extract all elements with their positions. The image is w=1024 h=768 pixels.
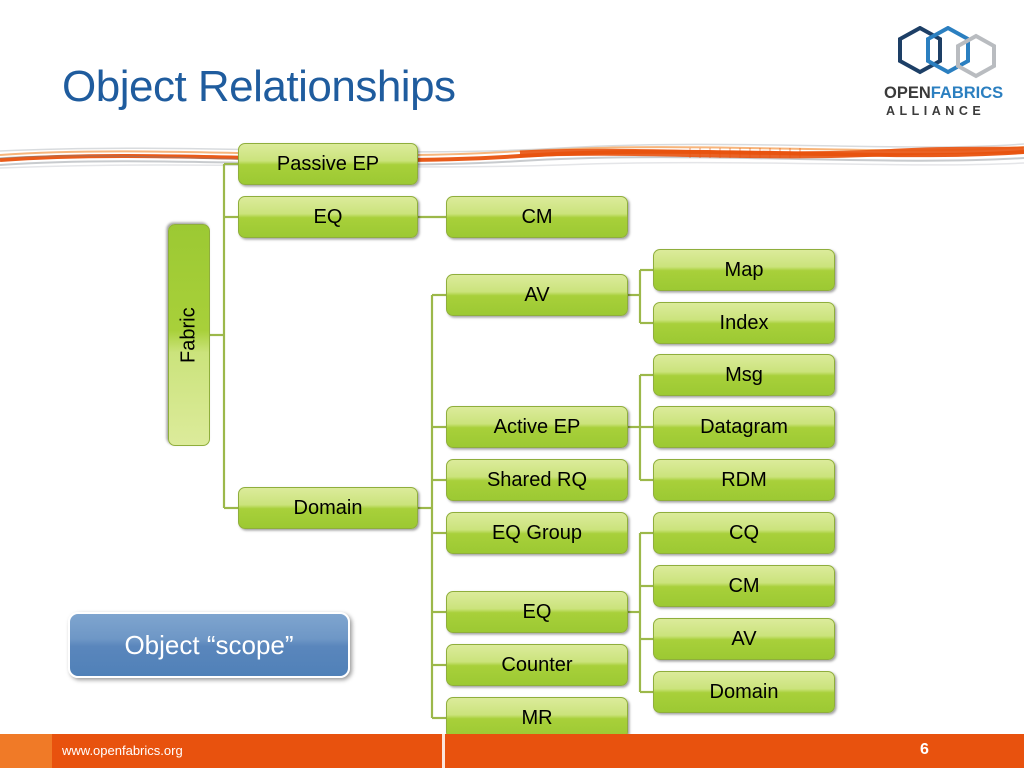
node-domain-eq[interactable]: Domain <box>653 671 835 713</box>
node-cm-eq[interactable]: CM <box>446 196 628 238</box>
node-eq-fabric[interactable]: EQ <box>238 196 418 238</box>
page-number: 6 <box>920 741 929 758</box>
object-scope-callout[interactable]: Object “scope” <box>68 612 350 678</box>
node-passive-ep[interactable]: Passive EP <box>238 143 418 185</box>
object-relationships-diagram: Fabric Passive EP EQ CM Domain AV Active… <box>0 0 1024 768</box>
node-shared-rq[interactable]: Shared RQ <box>446 459 628 501</box>
node-mr[interactable]: MR <box>446 697 628 739</box>
node-av[interactable]: AV <box>446 274 628 316</box>
node-av-eq[interactable]: AV <box>653 618 835 660</box>
node-datagram[interactable]: Datagram <box>653 406 835 448</box>
node-eq-group[interactable]: EQ Group <box>446 512 628 554</box>
node-active-ep[interactable]: Active EP <box>446 406 628 448</box>
slide-footer: www.openfabrics.org 6 <box>0 734 1024 768</box>
node-rdm[interactable]: RDM <box>653 459 835 501</box>
node-msg[interactable]: Msg <box>653 354 835 396</box>
footer-url[interactable]: www.openfabrics.org <box>62 743 183 758</box>
node-index[interactable]: Index <box>653 302 835 344</box>
footer-divider <box>442 734 445 768</box>
node-fabric[interactable]: Fabric <box>168 224 210 446</box>
slide: Object Relationships OPENFABRICS ALLIANC… <box>0 0 1024 768</box>
node-cq[interactable]: CQ <box>653 512 835 554</box>
node-counter[interactable]: Counter <box>446 644 628 686</box>
node-eq-domain[interactable]: EQ <box>446 591 628 633</box>
node-domain[interactable]: Domain <box>238 487 418 529</box>
node-map[interactable]: Map <box>653 249 835 291</box>
footer-accent <box>0 734 52 768</box>
node-cm-eq2[interactable]: CM <box>653 565 835 607</box>
